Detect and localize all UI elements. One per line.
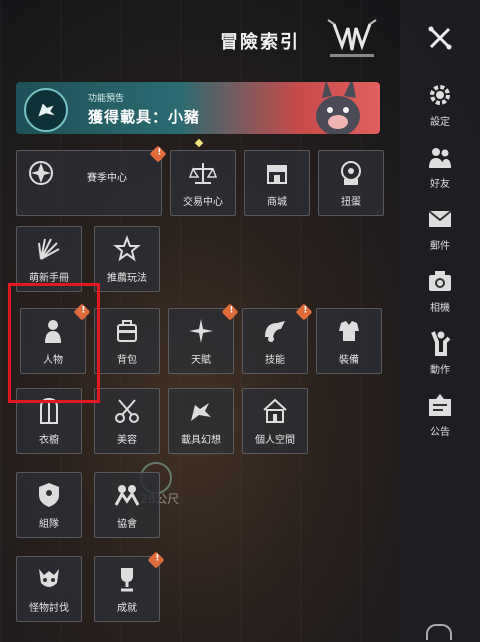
tile-mount-fantasy[interactable]: 載具幻想 — [168, 388, 234, 454]
sidebar-item-gestures[interactable]: 動作 — [400, 330, 480, 382]
tile-recommended-play[interactable]: 推薦玩法 — [94, 226, 160, 292]
skill-icon — [261, 317, 289, 345]
game-logo-icon — [324, 16, 380, 62]
dragon-mount-icon — [187, 397, 215, 425]
menu-header: 冒險索引 — [0, 0, 400, 76]
sidebar-item-label: 郵件 — [430, 241, 450, 252]
tile-gacha[interactable]: 扭蛋 — [318, 150, 384, 216]
dragon-head-icon — [24, 88, 68, 132]
tile-trade-center[interactable]: 交易中心 — [170, 150, 236, 216]
tile-skills[interactable]: 技能 ! — [242, 303, 313, 374]
tile-achievements[interactable]: 成就 ! — [94, 551, 165, 622]
trophy-icon — [113, 565, 141, 593]
banner-subtitle: 功能預告 — [88, 94, 125, 104]
tile-label: 扭蛋 — [341, 197, 361, 208]
tile-label: 天賦 — [191, 355, 211, 366]
team-shield-icon — [35, 481, 63, 509]
close-icon[interactable] — [426, 24, 454, 52]
sidebar-item-camera[interactable]: 相機 — [400, 268, 480, 320]
announcement-icon — [427, 392, 453, 418]
tile-beauty[interactable]: 美容 — [94, 388, 160, 454]
sidebar-item-settings[interactable]: 設定 — [400, 82, 480, 134]
monster-icon — [35, 565, 63, 593]
tile-season-center[interactable]: 賽季中心 ! — [16, 145, 167, 216]
tile-label: 賽季中心 — [87, 173, 127, 184]
friends-icon — [427, 144, 453, 170]
tile-talent[interactable]: 天賦 ! — [168, 303, 239, 374]
guild-icon — [113, 481, 141, 509]
sidebar-item-friends[interactable]: 好友 — [400, 144, 480, 196]
sidebar-item-label: 設定 — [430, 117, 450, 128]
shop-icon — [263, 159, 291, 187]
armor-icon — [335, 317, 363, 345]
tile-label: 萌新手冊 — [29, 273, 69, 284]
tile-label: 衣櫥 — [39, 435, 59, 446]
sidebar-item-label: 相機 — [430, 303, 450, 314]
character-highlight-frame — [8, 283, 100, 403]
tile-label: 怪物討伐 — [29, 603, 69, 614]
helmet-icon[interactable] — [426, 624, 452, 640]
camera-icon — [427, 268, 453, 294]
tile-label: 協會 — [117, 519, 137, 530]
tile-label: 載具幻想 — [181, 435, 221, 446]
tile-label: 背包 — [117, 355, 137, 366]
sidebar-item-label: 動作 — [430, 365, 450, 376]
star-badge-icon — [113, 235, 141, 263]
sidebar-item-label: 公告 — [430, 427, 450, 438]
feature-preview-banner[interactable]: 功能預告 獲得載具：小豬 — [16, 82, 380, 134]
sidebar-item-mail[interactable]: 郵件 — [400, 206, 480, 258]
page-title: 冒險索引 — [220, 32, 300, 53]
tile-party[interactable]: 組隊 — [16, 472, 82, 538]
season-emblem-icon — [27, 159, 55, 187]
tile-label: 組隊 — [39, 519, 59, 530]
tile-backpack[interactable]: 背包 — [94, 308, 160, 374]
tile-monster-hunt[interactable]: 怪物討伐 — [16, 556, 82, 622]
fan-icon — [35, 235, 63, 263]
gesture-icon — [427, 330, 453, 356]
tile-label: 裝備 — [339, 355, 359, 366]
right-sidebar: 設定 好友 郵件 相機 動作 公告 — [400, 0, 480, 642]
compass-star-icon — [187, 317, 215, 345]
tile-equipment[interactable]: 裝備 — [316, 308, 382, 374]
mail-icon — [427, 206, 453, 232]
tile-label: 個人空間 — [255, 435, 295, 446]
tile-label: 成就 — [117, 603, 137, 614]
tile-label: 技能 — [265, 355, 285, 366]
scissors-icon — [113, 397, 141, 425]
tile-personal-space[interactable]: 個人空間 — [242, 388, 308, 454]
pig-mount-art-icon — [300, 82, 370, 134]
tile-label: 交易中心 — [183, 197, 223, 208]
banner-text: 獲得載具：小豬 — [88, 108, 201, 126]
backpack-icon — [113, 317, 141, 345]
scales-icon — [188, 159, 218, 187]
tile-shop[interactable]: 商城 — [244, 150, 310, 216]
tile-label: 商城 — [267, 197, 287, 208]
gacha-icon — [337, 159, 365, 187]
gear-icon — [427, 82, 453, 108]
tile-label: 推薦玩法 — [107, 273, 147, 284]
sidebar-item-label: 好友 — [430, 179, 450, 190]
sidebar-item-announcements[interactable]: 公告 — [400, 392, 480, 444]
tile-guild[interactable]: 協會 — [94, 472, 160, 538]
house-icon — [261, 397, 289, 425]
tile-label: 美容 — [117, 435, 137, 446]
